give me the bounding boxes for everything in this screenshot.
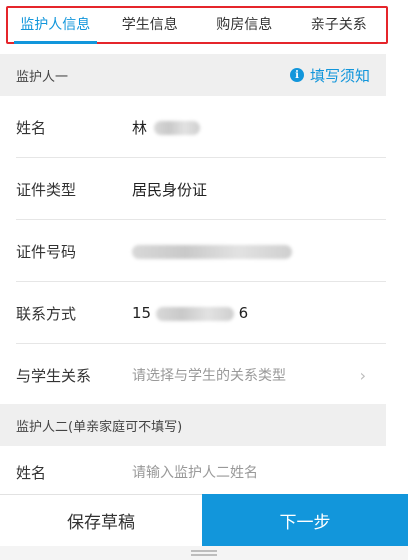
field-row-relation[interactable]: 与学生关系 请选择与学生的关系类型 › [0, 344, 386, 406]
redacted-blur [155, 306, 234, 321]
info-icon: i [289, 68, 304, 82]
drag-handle-icon[interactable] [191, 550, 217, 556]
field-row-contact[interactable]: 联系方式 15 6 [0, 282, 386, 344]
tab-student-info[interactable]: 学生信息 [103, 8, 198, 42]
field-label: 证件号码 [16, 242, 77, 261]
field-label: 与学生关系 [16, 366, 92, 385]
field-label: 姓名 [16, 463, 47, 482]
name-value-text: 林 [132, 118, 148, 137]
section-title: 监护人二(单亲家庭可不填写) [16, 419, 183, 435]
field-label: 联系方式 [16, 304, 77, 323]
field-row-guardian2-name[interactable]: 姓名 请输入监护人二姓名 [0, 446, 386, 498]
field-row-id-type[interactable]: 证件类型 居民身份证 [0, 158, 386, 220]
id-type-value[interactable]: 居民身份证 [132, 179, 386, 200]
field-label: 姓名 [16, 118, 47, 137]
tab-housing-info[interactable]: 购房信息 [197, 8, 292, 42]
relation-select[interactable]: 请选择与学生的关系类型 [132, 365, 386, 385]
next-step-button[interactable]: 下一步 [202, 494, 408, 546]
tab-bar: 监护人信息 学生信息 购房信息 亲子关系 [6, 6, 388, 44]
redacted-blur [153, 121, 200, 135]
section-header-guardian-1: 监护人一 i 填写须知 [0, 54, 386, 96]
redacted-blur [132, 244, 292, 259]
name-value[interactable]: 林 [132, 117, 386, 138]
notice-label: 填写须知 [309, 66, 370, 85]
guardian2-name-input[interactable]: 请输入监护人二姓名 [132, 462, 386, 482]
id-number-value[interactable] [132, 242, 386, 260]
save-draft-button[interactable]: 保存草稿 [0, 494, 202, 546]
bottom-handle-area [0, 546, 408, 560]
field-label: 证件类型 [16, 180, 77, 199]
field-row-id-number[interactable]: 证件号码 [0, 220, 386, 282]
contact-value-start: 15 [132, 304, 152, 322]
chevron-right-icon: › [359, 365, 366, 385]
section-header-guardian-2: 监护人二(单亲家庭可不填写) [0, 404, 386, 446]
section-title: 监护人一 [16, 69, 69, 85]
action-bar: 保存草稿 下一步 [0, 494, 408, 546]
notice-link[interactable]: i 填写须知 [289, 54, 370, 96]
contact-value-end: 6 [238, 304, 249, 322]
contact-value[interactable]: 15 6 [132, 304, 386, 322]
field-row-name[interactable]: 姓名 林 [0, 96, 386, 158]
tab-guardian-info[interactable]: 监护人信息 [8, 8, 103, 44]
tab-parent-child-relation[interactable]: 亲子关系 [292, 8, 387, 42]
